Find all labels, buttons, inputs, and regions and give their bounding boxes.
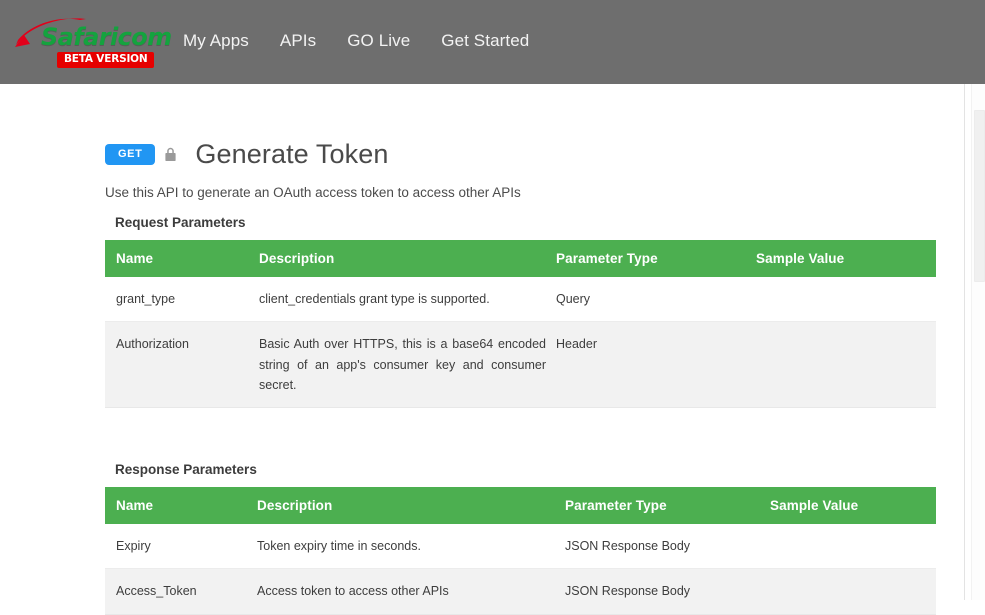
response-parameters-table: Name Description Parameter Type Sample V… [105,487,936,615]
nav-item-get-started[interactable]: Get Started [441,31,529,51]
column-header-sample-value: Sample Value [770,487,936,524]
cell-description: Token expiry time in seconds. [257,524,565,569]
column-header-name: Name [105,487,257,524]
lock-icon [164,147,177,162]
main-navigation: My Apps APIs GO Live Get Started [183,31,529,51]
column-header-sample-value: Sample Value [756,240,936,277]
cell-sample-value [756,322,936,408]
vertical-scrollbar[interactable] [971,84,985,600]
cell-parameter-type: Header [556,322,756,408]
cell-sample-value [770,569,936,614]
cell-parameter-type: JSON Response Body [565,569,770,614]
column-header-parameter-type: Parameter Type [565,487,770,524]
scrollbar-thumb[interactable] [974,110,985,282]
cell-sample-value [770,524,936,569]
cell-parameter-type: JSON Response Body [565,524,770,569]
brand-wordmark: Safaricom [41,23,172,51]
table-row: grant_type client_credentials grant type… [105,277,936,322]
response-parameters-label: Response Parameters [115,462,257,477]
page-container-divider [964,84,965,600]
beta-version-badge: BETA VERSION [57,52,154,68]
column-header-description: Description [259,240,556,277]
http-method-badge[interactable]: GET [105,144,155,165]
column-header-name: Name [105,240,259,277]
nav-item-my-apps[interactable]: My Apps [183,31,249,51]
table-header-row: Name Description Parameter Type Sample V… [105,487,936,524]
api-title-row: GET Generate Token [105,121,388,188]
browser-viewport: Safaricom BETA VERSION My Apps APIs GO L… [0,0,985,600]
request-parameters-table: Name Description Parameter Type Sample V… [105,240,936,408]
safaricom-logo[interactable]: Safaricom BETA VERSION [14,18,159,70]
column-header-parameter-type: Parameter Type [556,240,756,277]
cell-name: Authorization [105,322,259,408]
cell-name: Expiry [105,524,257,569]
api-description: Use this API to generate an OAuth access… [105,185,521,200]
cell-name: Access_Token [105,569,257,614]
cell-description: client_credentials grant type is support… [259,277,556,322]
cell-name: grant_type [105,277,259,322]
table-header-row: Name Description Parameter Type Sample V… [105,240,936,277]
table-row: Expiry Token expiry time in seconds. JSO… [105,524,936,569]
nav-item-apis[interactable]: APIs [280,31,316,51]
column-header-description: Description [257,487,565,524]
table-row: Authorization Basic Auth over HTTPS, thi… [105,322,936,408]
cell-sample-value [756,277,936,322]
cell-parameter-type: Query [556,277,756,322]
cell-description: Access token to access other APIs [257,569,565,614]
page-title: Generate Token [195,139,388,170]
table-row: Access_Token Access token to access othe… [105,569,936,614]
main-content: GET Generate Token Use this API to gener… [0,84,964,600]
nav-item-go-live[interactable]: GO Live [347,31,410,51]
top-navigation-bar: Safaricom BETA VERSION My Apps APIs GO L… [0,0,985,84]
request-parameters-label: Request Parameters [115,215,246,230]
cell-description: Basic Auth over HTTPS, this is a base64 … [259,322,556,408]
